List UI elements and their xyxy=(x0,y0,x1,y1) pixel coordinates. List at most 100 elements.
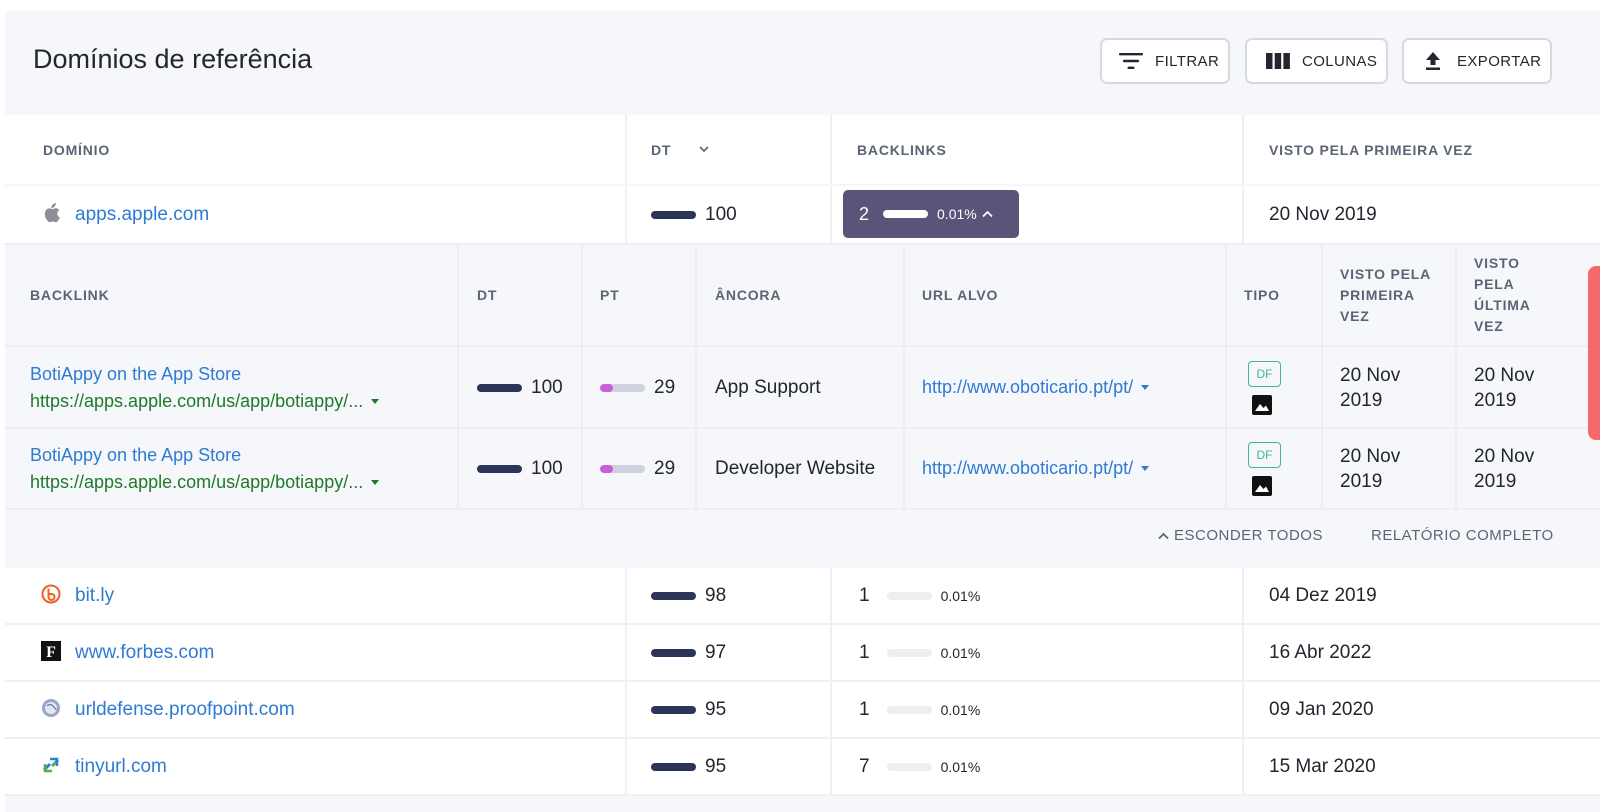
table-header: DOMÍNIO DT BACKLINKS VISTO PELA PRIMEIRA… xyxy=(5,115,1600,184)
backlinks-subtable-header: BACKLINK DT PT ÂNCORA URL ALVO TIPO VIST… xyxy=(5,243,1600,347)
backlinks-cell[interactable]: 7 0.01% xyxy=(859,739,980,794)
dt-value: 100 xyxy=(705,203,737,225)
column-header-target-url[interactable]: URL ALVO xyxy=(922,243,998,347)
last-seen-header-line: VEZ xyxy=(1474,318,1504,334)
backlink-first-seen: 20 Nov 2019 xyxy=(1340,428,1400,509)
target-url-dropdown[interactable]: http://www.oboticario.pt/pt/ xyxy=(922,428,1150,509)
first-seen-header-line: PRIMEIRA xyxy=(1340,286,1415,303)
image-icon xyxy=(1252,475,1272,496)
backlinks-cell[interactable]: 1 0.01% xyxy=(859,682,980,737)
date-line: 2019 xyxy=(1340,389,1383,411)
backlinks-count: 1 xyxy=(859,584,870,606)
date-line: 2019 xyxy=(1474,389,1517,411)
pt-value: 29 xyxy=(654,457,676,479)
dt-value: 98 xyxy=(705,584,727,606)
pt-bar xyxy=(600,383,645,392)
domain-link[interactable]: www.forbes.com xyxy=(75,625,214,680)
dofollow-badge: DF xyxy=(1248,441,1281,468)
tinyurl-icon xyxy=(41,755,61,775)
apple-icon xyxy=(41,203,61,223)
dt-score: 98 xyxy=(651,568,726,623)
target-url-dropdown[interactable]: http://www.oboticario.pt/pt/ xyxy=(922,347,1150,428)
domain-link[interactable]: tinyurl.com xyxy=(75,739,167,794)
backlink-cell: BotiAppy on the App Store https://apps.a… xyxy=(30,428,380,509)
backlinks-percent: 0.01% xyxy=(937,206,977,222)
globe-icon xyxy=(41,698,61,718)
last-seen-header-line: VISTO xyxy=(1474,255,1520,271)
target-url-link[interactable]: http://www.oboticario.pt/pt/ xyxy=(922,377,1133,398)
backlinks-percent: 0.01% xyxy=(940,758,981,775)
backlinks-cell[interactable]: 1 0.01% xyxy=(859,568,980,623)
bitly-icon xyxy=(41,584,61,604)
column-header-dt-label: DT xyxy=(651,141,672,158)
date-line: 20 Nov xyxy=(1474,364,1535,386)
page-header: Domínios de referência FILTRAR COLUNAS E… xyxy=(5,10,1600,113)
backlinks-subtable: BACKLINK DT PT ÂNCORA URL ALVO TIPO VIST… xyxy=(5,243,1600,566)
backlink-url: https://apps.apple.com/us/app/botiappy/.… xyxy=(30,471,364,492)
svg-text:F: F xyxy=(46,644,56,661)
dt-value: 97 xyxy=(705,641,727,663)
backlink-dt: 100 xyxy=(477,347,563,428)
backlinks-count: 7 xyxy=(859,755,870,777)
chevron-down-icon xyxy=(699,146,709,153)
dt-score: 97 xyxy=(651,625,726,680)
column-header-type[interactable]: TIPO xyxy=(1244,243,1280,347)
table-row: urldefense.proofpoint.com 95 1 0.01% 09 … xyxy=(5,682,1600,737)
backlinks-toggle[interactable]: 2 0.01% xyxy=(843,190,1019,238)
target-url-link[interactable]: http://www.oboticario.pt/pt/ xyxy=(922,458,1133,479)
backlink-url-dropdown[interactable]: https://apps.apple.com/us/app/botiappy/.… xyxy=(30,471,380,493)
dt-score: 100 xyxy=(651,186,737,243)
last-seen-header-line: ÚLTIMA xyxy=(1474,297,1531,313)
dt-bar xyxy=(651,591,696,600)
dofollow-badge: DF xyxy=(1248,360,1281,387)
column-header-backlinks[interactable]: BACKLINKS xyxy=(857,115,947,184)
dt-bar xyxy=(477,464,522,473)
first-seen-date: 15 Mar 2020 xyxy=(1269,755,1376,777)
column-header-domain[interactable]: DOMÍNIO xyxy=(43,115,110,184)
date-line: 20 Nov xyxy=(1340,364,1401,386)
backlinks-count: 1 xyxy=(859,641,870,663)
backlink-last-seen: 20 Nov 2019 xyxy=(1474,347,1534,428)
table-row: F www.forbes.com 97 1 0.01% 16 Abr 2022 xyxy=(5,625,1600,680)
hide-all-button[interactable]: ESCONDER TODOS xyxy=(1158,527,1323,544)
first-seen-header-line: VEZ xyxy=(1340,307,1370,324)
backlinks-percent: 0.01% xyxy=(940,701,981,718)
backlinks-bar xyxy=(886,591,932,600)
column-header-dt[interactable]: DT xyxy=(651,115,709,184)
dt-score: 95 xyxy=(651,682,726,737)
filter-button[interactable]: FILTRAR xyxy=(1100,38,1230,84)
dt-value: 100 xyxy=(531,376,563,398)
first-seen-date: 20 Nov 2019 xyxy=(1269,203,1377,225)
column-header-first-seen[interactable]: VISTO PELA PRIMEIRA VEZ xyxy=(1269,115,1473,184)
backlink-url-dropdown[interactable]: https://apps.apple.com/us/app/botiappy/.… xyxy=(30,391,380,412)
columns-button[interactable]: COLUNAS xyxy=(1245,38,1388,84)
column-header-dt[interactable]: DT xyxy=(477,243,497,347)
domain-link[interactable]: bit.ly xyxy=(75,568,114,623)
first-seen-header-line: VISTO PELA xyxy=(1340,265,1431,282)
hide-all-label: ESCONDER TODOS xyxy=(1174,527,1323,544)
column-header-first-seen[interactable]: VISTO PELA PRIMEIRA VEZ xyxy=(1340,243,1431,347)
domain-link[interactable]: apps.apple.com xyxy=(75,186,209,243)
pt-value: 29 xyxy=(654,376,676,398)
table-row: bit.ly 98 1 0.01% 04 Dez 2019 xyxy=(5,568,1600,623)
column-header-backlink[interactable]: BACKLINK xyxy=(30,243,110,347)
date-line: 20 Nov xyxy=(1340,445,1401,467)
backlink-row: BotiAppy on the App Store https://apps.a… xyxy=(5,347,1600,428)
column-header-anchor[interactable]: ÂNCORA xyxy=(715,243,781,347)
feedback-side-tab[interactable] xyxy=(1588,266,1600,440)
last-seen-header-line: PELA xyxy=(1474,276,1515,292)
backlinks-cell[interactable]: 1 0.01% xyxy=(859,625,980,680)
backlink-title-link[interactable]: BotiAppy on the App Store xyxy=(30,364,241,385)
columns-button-label: COLUNAS xyxy=(1302,52,1378,70)
dt-value: 95 xyxy=(705,698,727,720)
backlink-title-link[interactable]: BotiAppy on the App Store xyxy=(30,445,241,466)
full-report-link[interactable]: RELATÓRIO COMPLETO xyxy=(1371,527,1554,544)
export-button-label: EXPORTAR xyxy=(1457,52,1542,70)
backlink-dt: 100 xyxy=(477,428,563,509)
export-button[interactable]: EXPORTAR xyxy=(1402,38,1552,84)
caret-down-icon xyxy=(371,399,380,405)
domain-link[interactable]: urldefense.proofpoint.com xyxy=(75,682,295,737)
column-header-pt[interactable]: PT xyxy=(600,243,620,347)
dt-bar xyxy=(651,705,696,714)
column-header-last-seen[interactable]: VISTO PELA ÚLTIMA VEZ xyxy=(1474,243,1531,347)
